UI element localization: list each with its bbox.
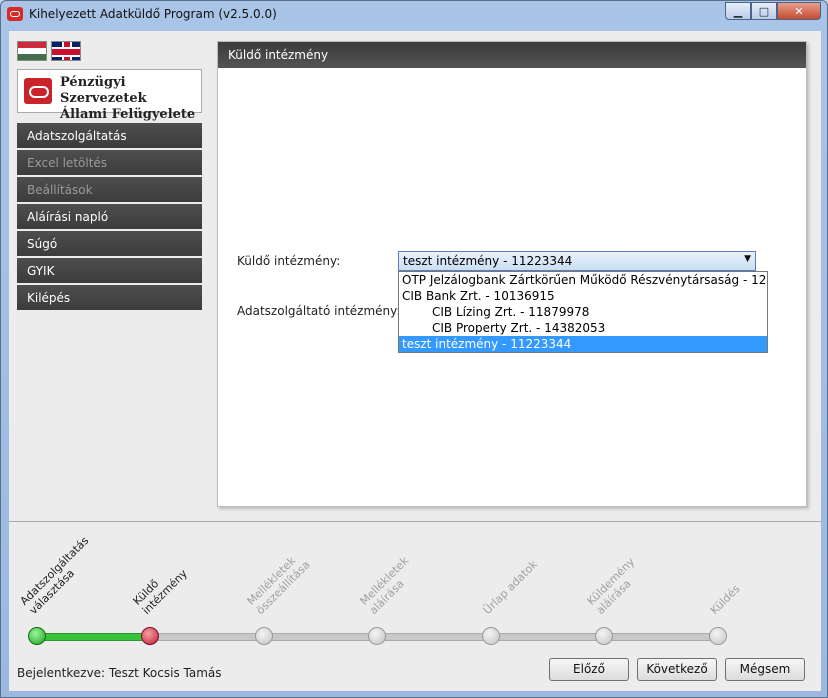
menu-item-adatszolgaltatas[interactable]: Adatszolgáltatás: [17, 123, 202, 148]
dropdown-option[interactable]: CIB Property Zrt. - 14382053: [399, 320, 767, 336]
provider-label: Adatszolgáltató intézmény:: [237, 304, 401, 318]
step-dot-6: [595, 627, 613, 645]
minimize-button[interactable]: ▁: [725, 2, 751, 20]
step-label-5: Űrlap adatok: [481, 558, 540, 617]
dropdown-option[interactable]: CIB Bank Zrt. - 10136915: [399, 288, 767, 304]
sender-combobox-value: teszt intézmény - 11223344: [403, 254, 573, 268]
menu-item-excel-letoltes: Excel letöltés: [17, 150, 202, 175]
step-dot-7: [709, 627, 727, 645]
step-label-6: Küldemény aláírása: [585, 555, 647, 617]
step-dot-2: [141, 627, 159, 645]
app-logo-icon: [7, 7, 23, 21]
hungarian-flag-icon[interactable]: [17, 41, 47, 61]
close-button[interactable]: ✕: [777, 2, 821, 20]
dropdown-arrow-icon[interactable]: ▼: [744, 254, 751, 264]
dropdown-option-selected[interactable]: teszt intézmény - 11223344: [399, 336, 767, 352]
psz-logo: Pénzügyi Szervezetek Állami Felügyelete: [17, 69, 202, 122]
step-label-5-line-1: Űrlap adatok: [480, 557, 541, 617]
maximize-button[interactable]: □: [751, 2, 777, 20]
logo-text: Pénzügyi Szervezetek Állami Felügyelete: [60, 75, 201, 123]
step-dot-4: [368, 627, 386, 645]
wizard-progress: Adatszolgáltatás választása Küldő intézm…: [9, 523, 821, 663]
sender-label: Küldő intézmény:: [237, 254, 341, 268]
sender-combobox[interactable]: teszt intézmény - 11223344 ▼: [398, 251, 756, 271]
previous-button[interactable]: Előző: [549, 658, 629, 681]
menu-item-gyik[interactable]: GYIK: [17, 258, 202, 283]
panel-title: Küldő intézmény: [218, 42, 806, 68]
menu-item-beallitasok: Beállítások: [17, 177, 202, 202]
step-dot-3: [255, 627, 273, 645]
psz-logo-icon: [24, 78, 52, 104]
logo-line-1: Pénzügyi Szervezetek: [60, 75, 147, 106]
step-label-7-line-1: Küldés: [707, 582, 743, 617]
main-panel: Küldő intézmény Küldő intézmény: Adatszo…: [217, 41, 807, 507]
login-status: Bejelentkezve: Teszt Kocsis Tamás: [17, 666, 222, 680]
uk-flag-icon[interactable]: [51, 41, 81, 61]
step-dot-1: [28, 627, 46, 645]
app-window: Kihelyezett Adatküldő Program (v2.5.0.0)…: [0, 0, 828, 698]
window-controls: ▁ □ ✕: [725, 2, 821, 20]
sender-dropdown-list: OTP Jelzálogbank Zártkörűen Működő Részv…: [398, 271, 768, 353]
menu-item-kilepes[interactable]: Kilépés: [17, 285, 202, 310]
step-label-7: Küldés: [708, 582, 743, 617]
step-label-3: Mellékletek összeállítása: [245, 549, 313, 617]
step-label-2: Küldő intézmény: [131, 558, 190, 617]
menu-item-sugo[interactable]: Súgó: [17, 231, 202, 256]
sidebar-menu: Adatszolgáltatás Excel letöltés Beállítá…: [17, 123, 202, 312]
step-dot-5: [482, 627, 500, 645]
divider: [9, 521, 821, 522]
language-switcher: [17, 41, 81, 61]
dropdown-option[interactable]: CIB Lízing Zrt. - 11879978: [399, 304, 767, 320]
progress-track-completed: [37, 633, 151, 641]
dropdown-option[interactable]: OTP Jelzálogbank Zártkörűen Működő Részv…: [399, 272, 767, 288]
title-bar[interactable]: Kihelyezett Adatküldő Program (v2.5.0.0)…: [1, 1, 827, 29]
logo-line-2: Állami Felügyelete: [60, 107, 196, 122]
menu-item-alairasi-naplo[interactable]: Aláírási napló: [17, 204, 202, 229]
window-title: Kihelyezett Adatküldő Program (v2.5.0.0): [29, 7, 277, 21]
step-label-4: Mellékletek aláírása: [358, 554, 421, 617]
cancel-button[interactable]: Mégsem: [725, 658, 805, 681]
client-area: Pénzügyi Szervezetek Állami Felügyelete …: [9, 31, 821, 691]
step-label-1: Adatszolgáltatás választása: [18, 534, 101, 617]
next-button[interactable]: Következő: [637, 658, 717, 681]
